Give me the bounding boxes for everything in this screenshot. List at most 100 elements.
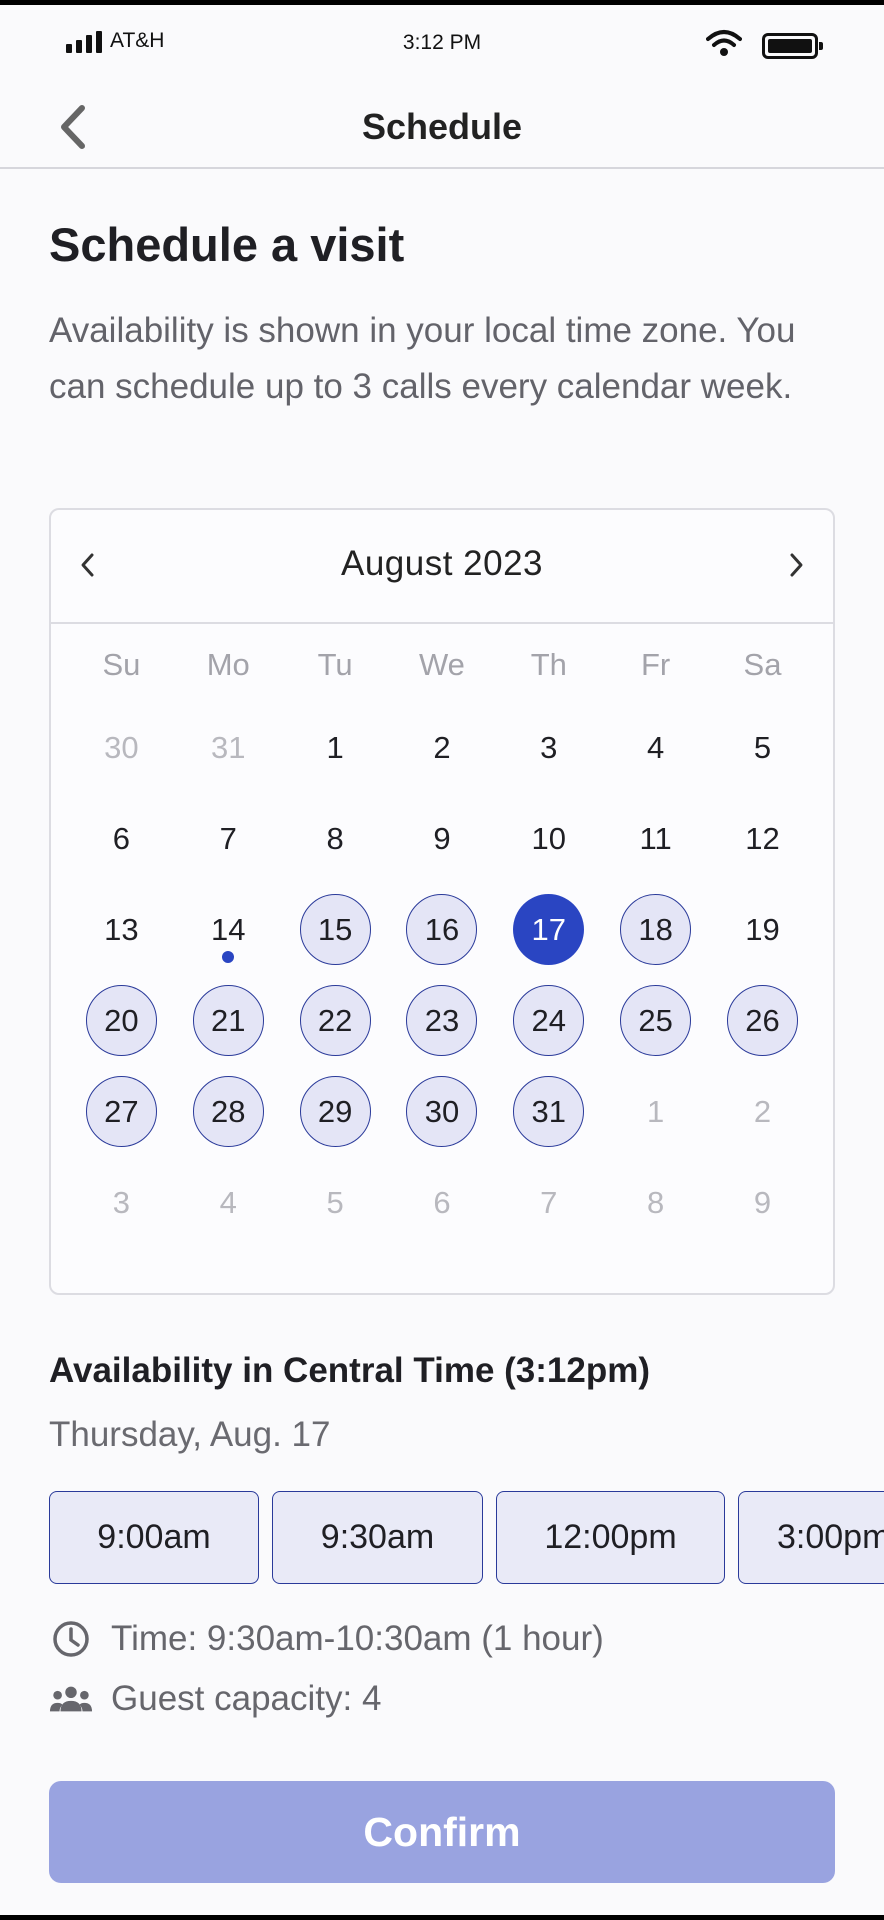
wifi-icon	[706, 29, 742, 62]
calendar-day: 5	[709, 702, 816, 793]
calendar-day-number: 13	[104, 911, 139, 947]
calendar-day-number: 23	[406, 985, 478, 1056]
calendar-day-available[interactable]: 28	[175, 1066, 282, 1157]
calendar-month: August 2023	[340, 544, 544, 583]
nav-title: Schedule	[361, 106, 523, 147]
capacity-detail: Guest capacity: 4	[49, 1677, 381, 1721]
weekday-label: Su	[102, 647, 141, 682]
nav-bar: Schedule	[0, 85, 884, 169]
calendar-day: 2	[709, 1066, 816, 1157]
calendar-day-number: 1	[326, 729, 344, 765]
calendar-day-number: 18	[620, 894, 692, 965]
calendar-day-number: 3	[112, 1184, 131, 1220]
calendar-day: 7	[495, 1157, 602, 1248]
weekday-row: Su Mo Tu We Th Fr Sa	[68, 634, 816, 696]
calendar-day-available[interactable]: 21	[175, 975, 282, 1066]
calendar-day-number: 28	[192, 1076, 264, 1147]
capacity-text: Guest capacity: 4	[111, 1679, 382, 1718]
calendar-day-available[interactable]: 23	[389, 975, 496, 1066]
calendar-day-number: 20	[85, 985, 157, 1056]
time-detail: Time: 9:30am-10:30am (1 hour)	[49, 1617, 604, 1661]
calendar-day-number: 24	[513, 985, 585, 1056]
calendar-day: 5	[282, 1157, 389, 1248]
calendar-day-number: 2	[753, 1093, 772, 1129]
confirm-button[interactable]: Confirm	[49, 1781, 835, 1883]
calendar-day-available[interactable]: 29	[282, 1066, 389, 1157]
calendar-day: 7	[175, 793, 282, 884]
calendar-day: 12	[709, 793, 816, 884]
weekday-label: Mo	[206, 647, 250, 682]
calendar-day-number: 1	[647, 1093, 665, 1129]
calendar-day-number: 15	[299, 894, 371, 965]
calendar-day: 11	[602, 793, 709, 884]
availability-title: Availability in Central Time (3:12pm)	[49, 1351, 650, 1390]
calendar-day-number: 12	[745, 820, 780, 856]
calendar-day-available[interactable]: 20	[68, 975, 175, 1066]
calendar-day-number: 10	[531, 820, 567, 856]
calendar-day: 9	[709, 1157, 816, 1248]
calendar-week: 13 14 15 16 17 18 19	[68, 884, 816, 975]
calendar-day-number: 9	[433, 820, 451, 856]
calendar-day-number: 21	[192, 985, 264, 1056]
today-indicator-dot	[222, 951, 235, 963]
calendar-day: 4	[175, 1157, 282, 1248]
time-slot[interactable]: 9:00am	[49, 1491, 259, 1584]
calendar-day-number: 6	[433, 1184, 451, 1220]
calendar-day: 14	[175, 884, 282, 975]
calendar-day-number: 4	[219, 1184, 237, 1220]
clock-icon	[49, 1617, 93, 1661]
calendar-day: 10	[495, 793, 602, 884]
calendar-day-number: 5	[753, 729, 772, 765]
calendar-day-available[interactable]: 26	[709, 975, 816, 1066]
page-description: Availability is shown in your local time…	[49, 311, 796, 406]
calendar-day-available[interactable]: 30	[389, 1066, 496, 1157]
time-slot-list: 9:00am 9:30am 12:00pm 3:00pm	[49, 1491, 884, 1584]
next-month-button[interactable]	[771, 540, 821, 590]
calendar-week: 6 7 8 9 10 11 12	[68, 793, 816, 884]
calendar-day: 1	[282, 702, 389, 793]
calendar-grid: Su Mo Tu We Th Fr Sa 30 31 1 2 3 4 5 6 7 8 9 10 11 12 13 14 15…	[68, 634, 816, 1248]
calendar-day-available[interactable]: 25	[602, 975, 709, 1066]
time-slot[interactable]: 3:00pm	[738, 1491, 884, 1584]
calendar-day-number: 30	[406, 1076, 478, 1147]
calendar-day: 6	[389, 1157, 496, 1248]
selected-date-label: Thursday, Aug. 17	[49, 1415, 331, 1454]
calendar-day: 30	[68, 702, 175, 793]
calendar-day: 9	[389, 793, 496, 884]
calendar-day-number: 17	[513, 894, 585, 965]
calendar-day: 3	[68, 1157, 175, 1248]
calendar-day-available[interactable]: 27	[68, 1066, 175, 1157]
status-icons	[706, 29, 823, 62]
calendar-day-available[interactable]: 31	[495, 1066, 602, 1157]
time-slot[interactable]: 12:00pm	[496, 1491, 725, 1584]
calendar-day-number: 8	[326, 820, 344, 856]
calendar-day-available[interactable]: 18	[602, 884, 709, 975]
calendar-day-available[interactable]: 22	[282, 975, 389, 1066]
calendar-day-available[interactable]: 15	[282, 884, 389, 975]
chevron-right-icon	[790, 553, 803, 577]
calendar-week: 20 21 22 23 24 25 26	[68, 975, 816, 1066]
calendar-header: August 2023	[51, 510, 833, 624]
calendar: August 2023 Su Mo Tu We Th Fr Sa 30 31 1 2 3 4 5 6 7 8 9…	[49, 508, 835, 1295]
calendar-day-number: 9	[753, 1184, 772, 1220]
guests-icon	[49, 1677, 93, 1721]
weekday-label: Th	[530, 647, 567, 682]
time-slot[interactable]: 9:30am	[272, 1491, 483, 1584]
calendar-day-selected[interactable]: 17	[495, 884, 602, 975]
calendar-day-available[interactable]: 24	[495, 975, 602, 1066]
calendar-day-number: 29	[299, 1076, 371, 1147]
calendar-day: 19	[709, 884, 816, 975]
calendar-day-number: 2	[433, 729, 451, 765]
weekday-label: Tu	[317, 647, 353, 682]
app-screen: AT&H 3:12 PM Schedule Schedule a visit A…	[0, 5, 884, 1915]
status-bar: AT&H 3:12 PM	[0, 5, 884, 85]
calendar-day-available[interactable]: 16	[389, 884, 496, 975]
calendar-day-number: 22	[299, 985, 371, 1056]
calendar-day-number: 11	[639, 820, 672, 856]
calendar-day-number: 14	[211, 911, 246, 947]
weekday-label: Sa	[743, 647, 782, 682]
calendar-day: 8	[282, 793, 389, 884]
calendar-day-number: 4	[647, 729, 665, 765]
calendar-day-number: 16	[406, 894, 478, 965]
battery-icon	[762, 32, 823, 59]
